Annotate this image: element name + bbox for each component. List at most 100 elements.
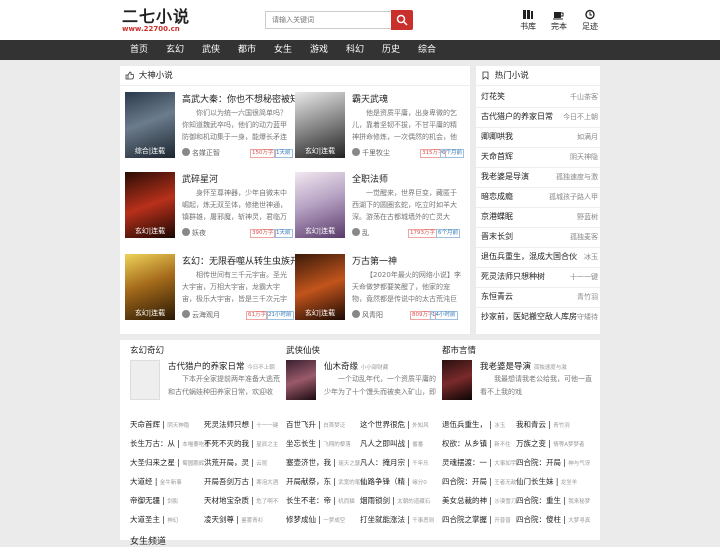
nav-nvsheng[interactable]: 女生	[274, 40, 292, 60]
section-book-link[interactable]: 凌天剑尊 | 鉴雾青衫	[204, 514, 263, 525]
hot-book-name[interactable]: 抄家前，医妃搬空敌人库房	[481, 306, 577, 328]
nav-kehuan[interactable]: 科幻	[346, 40, 364, 60]
hot-book-name[interactable]: 古代猎户的养家日常	[481, 106, 553, 128]
book-cover[interactable]: 玄幻|连载	[295, 92, 345, 158]
section-book-link[interactable]: 这个世界很危 | 外知风	[360, 419, 429, 430]
book-cover[interactable]	[286, 360, 316, 400]
section-book-link[interactable]: 帝御无疆 | 剑影	[130, 495, 178, 506]
list-item[interactable]: 我老婆是导演 孤独速度与激	[476, 166, 600, 188]
section-book-link[interactable]: 大道经 | 金牛新事	[130, 476, 182, 487]
site-logo[interactable]: 二七小说 www.22700.cn	[122, 8, 190, 33]
list-item[interactable]: 卿卿哄我 如满月	[476, 126, 600, 148]
section-book-link[interactable]: 百世飞升 | 白首梦泛	[286, 419, 345, 430]
section-book-link[interactable]: 长生不老：帝 | 机而猫	[286, 495, 355, 506]
nav-wuxia[interactable]: 武侠	[202, 40, 220, 60]
section-title[interactable]: 都市言情	[442, 344, 592, 360]
hot-book-name[interactable]: 灯花笑	[481, 86, 505, 108]
section-book-link[interactable]: 仙路争锋（精 | 缘分0	[360, 476, 427, 487]
list-item[interactable]: 死灵法师只想种树 十一一键	[476, 266, 600, 288]
section-book-link[interactable]: 凡人：掩月宗 | 千年乐	[360, 457, 429, 468]
next-section-title[interactable]: 女生频道	[130, 534, 166, 547]
book-cover[interactable]: 玄幻|连载	[295, 254, 345, 320]
hot-book-name[interactable]: 暗恋成瘾	[481, 186, 513, 208]
hot-book-name[interactable]: 退伍兵重生，混成大国合伙	[481, 246, 577, 268]
book-title[interactable]: 高武大秦：你也不想秘密被知	[182, 92, 299, 105]
section-book-link[interactable]: 天命首辉 | 阴天神隐	[130, 419, 189, 430]
section-book-link[interactable]: 万族之变 | 情等A梦梦者	[516, 438, 585, 449]
featured-book-title[interactable]: 仙木奇缘 小小部财藏	[324, 360, 388, 372]
section-book-link[interactable]: 烟雨锁剑 | 太朝的道藏石	[360, 495, 430, 506]
book-title[interactable]: 万古第一神	[352, 254, 397, 267]
section-book-link[interactable]: 死灵法师只想 | 十一一键	[204, 419, 278, 430]
section-book-link[interactable]: 不死不灭的我 | 星辰之主	[204, 438, 278, 449]
hot-book-name[interactable]: 京港蝶眠	[481, 206, 513, 228]
nav-zonghe[interactable]: 综合	[418, 40, 436, 60]
section-book-link[interactable]: 长生万古：从 | 本喵要吃鱼	[130, 438, 210, 449]
section-book-link[interactable]: 四合院之掌握 | 开普普	[442, 514, 511, 525]
book-title[interactable]: 霸天武魂	[352, 92, 388, 105]
section-book-link[interactable]: 凡人之即叫战 | 番番	[360, 438, 423, 449]
book-card[interactable]: 玄幻|连载 万古第一神 【2020年最火的网络小说】李天命做梦都要笑醒了，他家的…	[295, 254, 465, 348]
book-title[interactable]: 武碎星河	[182, 172, 218, 185]
section-book-link[interactable]: 四合院：傻柱 | 大梦寻真	[516, 514, 590, 525]
hot-book-name[interactable]: 天命首辉	[481, 146, 513, 168]
hot-book-name[interactable]: 东恒青云	[481, 286, 513, 308]
section-book-link[interactable]: 开局吾剑万古 | 寒泡大酒	[204, 476, 278, 487]
nav-dushi[interactable]: 都市	[238, 40, 256, 60]
search-button[interactable]	[391, 10, 413, 30]
list-item[interactable]: 退伍兵重生，混成大国合伙 冰玉	[476, 246, 600, 268]
section-book-link[interactable]: 大圣归来之星 | 蜀圆鹏辉	[130, 457, 204, 468]
section-book-link[interactable]: 打坐就能涨法 | 千事恶则	[360, 514, 434, 525]
list-item[interactable]: 东恒青云 青竹羽	[476, 286, 600, 308]
section-title[interactable]: 武侠仙侠	[286, 344, 436, 360]
list-item[interactable]: 灯花笑 千山茶客	[476, 86, 600, 108]
book-cover[interactable]: 玄幻|连载	[125, 172, 175, 238]
featured-book-title[interactable]: 古代猎户的养家日常 今日不上朝	[168, 360, 275, 372]
hot-book-name[interactable]: 晋末长剑	[481, 226, 513, 248]
section-featured-book[interactable]: 仙木奇缘 小小部财藏 一个动乱年代，一个资质平庸的少年为了十个馒头而被卖入矿山，…	[286, 360, 436, 408]
list-item[interactable]: 京港蝶眠 野蓝树	[476, 206, 600, 228]
list-item[interactable]: 暗恋成瘾 孤城孩子路人甲	[476, 186, 600, 208]
book-cover[interactable]	[442, 360, 472, 400]
section-book-link[interactable]: 天材地宝杂质 | 危了啊不	[204, 495, 278, 506]
section-book-link[interactable]: 灵魂摆渡：一 | 大事如宇	[442, 457, 516, 468]
search-input[interactable]	[265, 11, 391, 29]
book-card[interactable]: 玄幻|连载 全职法师 一觉醒来，世界巨变，藏匿于西湖下的圆圈玄蛇，吃立时如羊大深…	[295, 172, 465, 266]
section-book-link[interactable]: 四合院：开局 | 神与气讶	[516, 457, 590, 468]
section-book-link[interactable]: 权欲：从乡镇 | 新不住	[442, 438, 511, 449]
book-card[interactable]: 玄幻|连载 武碎星河 身怀至尊神器，少年自微末中崛起，炼无双至体，修绝世神通，镇…	[125, 172, 295, 266]
section-book-link[interactable]: 我和青云 | 青竹羽	[516, 419, 570, 430]
section-book-link[interactable]: 开局献祭，东 | 武宽的笔夜	[286, 476, 366, 487]
list-item[interactable]: 天命首辉 阴天神隐	[476, 146, 600, 168]
completed-link[interactable]: 完本	[551, 9, 567, 32]
section-book-link[interactable]: 四合院：重生 | 我来秘梦	[516, 495, 590, 506]
book-title[interactable]: 全职法师	[352, 172, 388, 185]
book-cover[interactable]	[130, 360, 160, 400]
section-featured-book[interactable]: 我老婆是导演 孤独速度与激 我最想请我老公给我，可他一直看不上我的戏	[442, 360, 592, 408]
featured-book-title[interactable]: 我老婆是导演 孤独速度与激	[480, 360, 567, 372]
hot-book-name[interactable]: 卿卿哄我	[481, 126, 513, 148]
hot-book-name[interactable]: 死灵法师只想种树	[481, 266, 545, 288]
hot-book-name[interactable]: 我老婆是导演	[481, 166, 529, 188]
section-book-link[interactable]: 修梦成仙 | 一梦成空	[286, 514, 345, 525]
section-book-link[interactable]: 大道圣主 | 神幻	[130, 514, 178, 525]
list-item[interactable]: 抄家前，医妃搬空敌人库房 守矮待	[476, 306, 600, 328]
book-cover[interactable]: 玄幻|连载	[295, 172, 345, 238]
nav-youxi[interactable]: 游戏	[310, 40, 328, 60]
book-title[interactable]: 玄幻：无限吞噬从转生虫族开	[182, 254, 299, 267]
book-cover[interactable]: 玄幻|连载	[125, 254, 175, 320]
library-link[interactable]: 书库	[520, 9, 536, 32]
book-card[interactable]: 玄幻|连载 玄幻：无限吞噬从转生虫族开 相传世间有三千元宇宙。圣光大宇宙，万相大…	[125, 254, 299, 348]
section-book-link[interactable]: 四合院：开局 | 王者无敌	[442, 476, 516, 487]
nav-lishi[interactable]: 历史	[382, 40, 400, 60]
section-book-link[interactable]: 美女总裁的神 | 沙漠雪刀	[442, 495, 516, 506]
section-book-link[interactable]: 仙门长生妹 | 龙坐羊	[516, 476, 577, 487]
history-link[interactable]: 足迹	[582, 9, 598, 32]
section-book-link[interactable]: 塞壶济世，我 | 瑶天之瑟	[286, 457, 360, 468]
section-title[interactable]: 玄幻奇幻	[130, 344, 280, 360]
section-featured-book[interactable]: 古代猎户的养家日常 今日不上朝 下本开全家提前两年准备大逃荒和古代蜗娃种田养家日…	[130, 360, 280, 408]
section-book-link[interactable]: 退伍兵重生， | 冰玉	[442, 419, 505, 430]
list-item[interactable]: 晋末长剑 孤独麦客	[476, 226, 600, 248]
nav-xuanhuan[interactable]: 玄幻	[166, 40, 184, 60]
nav-home[interactable]: 首页	[130, 40, 148, 60]
